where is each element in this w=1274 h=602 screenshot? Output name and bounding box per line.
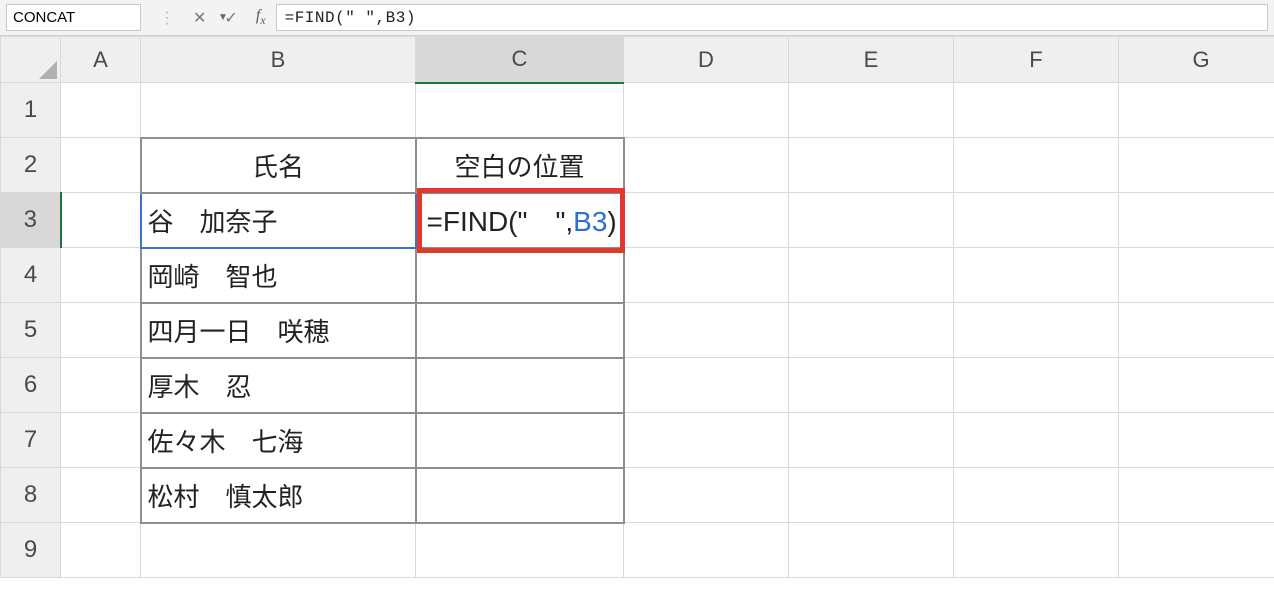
cell-F6[interactable] — [954, 358, 1119, 413]
cell-B3[interactable]: 谷 加奈子 — [141, 193, 416, 248]
editing-cell[interactable]: =FIND(" ",B3) — [423, 194, 617, 247]
cell-A6[interactable] — [61, 358, 141, 413]
cell-E1[interactable] — [789, 83, 954, 138]
row-header-2[interactable]: 2 — [1, 138, 61, 193]
cell-A5[interactable] — [61, 303, 141, 358]
row-header-1[interactable]: 1 — [1, 83, 61, 138]
cell-A7[interactable] — [61, 413, 141, 468]
cell-D2[interactable] — [624, 138, 789, 193]
cell-E8[interactable] — [789, 468, 954, 523]
cell-E2[interactable] — [789, 138, 954, 193]
cell-D1[interactable] — [624, 83, 789, 138]
col-header-B[interactable]: B — [141, 37, 416, 83]
row-header-5[interactable]: 5 — [1, 303, 61, 358]
cell-A9[interactable] — [61, 523, 141, 578]
cell-D9[interactable] — [624, 523, 789, 578]
cell-F3[interactable] — [954, 193, 1119, 248]
formula-text: =FIND(" ",B3) — [285, 9, 416, 27]
formula-bar-controls: ⋮ ✕ ✓ fx — [141, 0, 276, 35]
name-box[interactable]: ▼ — [6, 4, 141, 31]
confirm-icon[interactable]: ✓ — [224, 8, 237, 28]
cell-C9[interactable] — [416, 523, 624, 578]
cell-G2[interactable] — [1119, 138, 1274, 193]
cell-E9[interactable] — [789, 523, 954, 578]
cell-F8[interactable] — [954, 468, 1119, 523]
formula-bar: ▼ ⋮ ✕ ✓ fx =FIND(" ",B3) — [0, 0, 1274, 36]
cell-A3[interactable] — [61, 193, 141, 248]
fx-icon[interactable]: fx — [256, 7, 266, 28]
row-header-7[interactable]: 7 — [1, 413, 61, 468]
cell-G7[interactable] — [1119, 413, 1274, 468]
cell-G9[interactable] — [1119, 523, 1274, 578]
cell-G8[interactable] — [1119, 468, 1274, 523]
formula-input[interactable]: =FIND(" ",B3) — [276, 4, 1268, 31]
formula-prefix: =FIND(" ", — [427, 206, 574, 237]
cell-F2[interactable] — [954, 138, 1119, 193]
col-header-A[interactable]: A — [61, 37, 141, 83]
worksheet[interactable]: A B C D E F G 1 2 — [0, 36, 1274, 578]
col-header-E[interactable]: E — [789, 37, 954, 83]
cell-F4[interactable] — [954, 248, 1119, 303]
cell-F5[interactable] — [954, 303, 1119, 358]
cell-B6[interactable]: 厚木 忍 — [141, 358, 416, 413]
cell-C8[interactable] — [416, 468, 624, 523]
cell-G3[interactable] — [1119, 193, 1274, 248]
cell-G5[interactable] — [1119, 303, 1274, 358]
cell-C6[interactable] — [416, 358, 624, 413]
cell-A1[interactable] — [61, 83, 141, 138]
select-all-corner[interactable] — [1, 37, 61, 83]
cell-G1[interactable] — [1119, 83, 1274, 138]
row-header-4[interactable]: 4 — [1, 248, 61, 303]
cell-C7[interactable] — [416, 413, 624, 468]
row-header-8[interactable]: 8 — [1, 468, 61, 523]
formula-suffix: ) — [607, 206, 616, 237]
cell-F1[interactable] — [954, 83, 1119, 138]
cell-D5[interactable] — [624, 303, 789, 358]
cell-C3[interactable]: =FIND(" ",B3) — [416, 193, 624, 248]
row-header-6[interactable]: 6 — [1, 358, 61, 413]
cell-B1[interactable] — [141, 83, 416, 138]
row-header-3[interactable]: 3 — [1, 193, 61, 248]
cell-B7[interactable]: 佐々木 七海 — [141, 413, 416, 468]
cell-F7[interactable] — [954, 413, 1119, 468]
cell-G6[interactable] — [1119, 358, 1274, 413]
editing-text: =FIND(" ",B3) — [423, 200, 621, 240]
cell-D8[interactable] — [624, 468, 789, 523]
col-header-C[interactable]: C — [416, 37, 624, 83]
cell-E7[interactable] — [789, 413, 954, 468]
cell-E4[interactable] — [789, 248, 954, 303]
cell-F9[interactable] — [954, 523, 1119, 578]
cell-D7[interactable] — [624, 413, 789, 468]
row-header-9[interactable]: 9 — [1, 523, 61, 578]
cell-B8[interactable]: 松村 慎太郎 — [141, 468, 416, 523]
cell-D3[interactable] — [624, 193, 789, 248]
cell-C1[interactable] — [416, 83, 624, 138]
cell-B5[interactable]: 四月一日 咲穂 — [141, 303, 416, 358]
cell-C4[interactable] — [416, 248, 624, 303]
grid[interactable]: A B C D E F G 1 2 — [0, 36, 1274, 578]
cell-D6[interactable] — [624, 358, 789, 413]
cell-A4[interactable] — [61, 248, 141, 303]
cell-E3[interactable] — [789, 193, 954, 248]
cell-D4[interactable] — [624, 248, 789, 303]
cell-G4[interactable] — [1119, 248, 1274, 303]
cell-E6[interactable] — [789, 358, 954, 413]
cancel-icon[interactable]: ✕ — [193, 8, 206, 28]
cell-C5[interactable] — [416, 303, 624, 358]
cell-C2[interactable]: 空白の位置 — [416, 138, 624, 193]
cell-B2[interactable]: 氏名 — [141, 138, 416, 193]
col-header-G[interactable]: G — [1119, 37, 1274, 83]
col-header-D[interactable]: D — [624, 37, 789, 83]
cell-A2[interactable] — [61, 138, 141, 193]
separator-icon: ⋮ — [159, 8, 175, 28]
cell-B4[interactable]: 岡崎 智也 — [141, 248, 416, 303]
formula-ref: B3 — [573, 206, 607, 237]
col-header-F[interactable]: F — [954, 37, 1119, 83]
cell-A8[interactable] — [61, 468, 141, 523]
cell-E5[interactable] — [789, 303, 954, 358]
cell-B9[interactable] — [141, 523, 416, 578]
